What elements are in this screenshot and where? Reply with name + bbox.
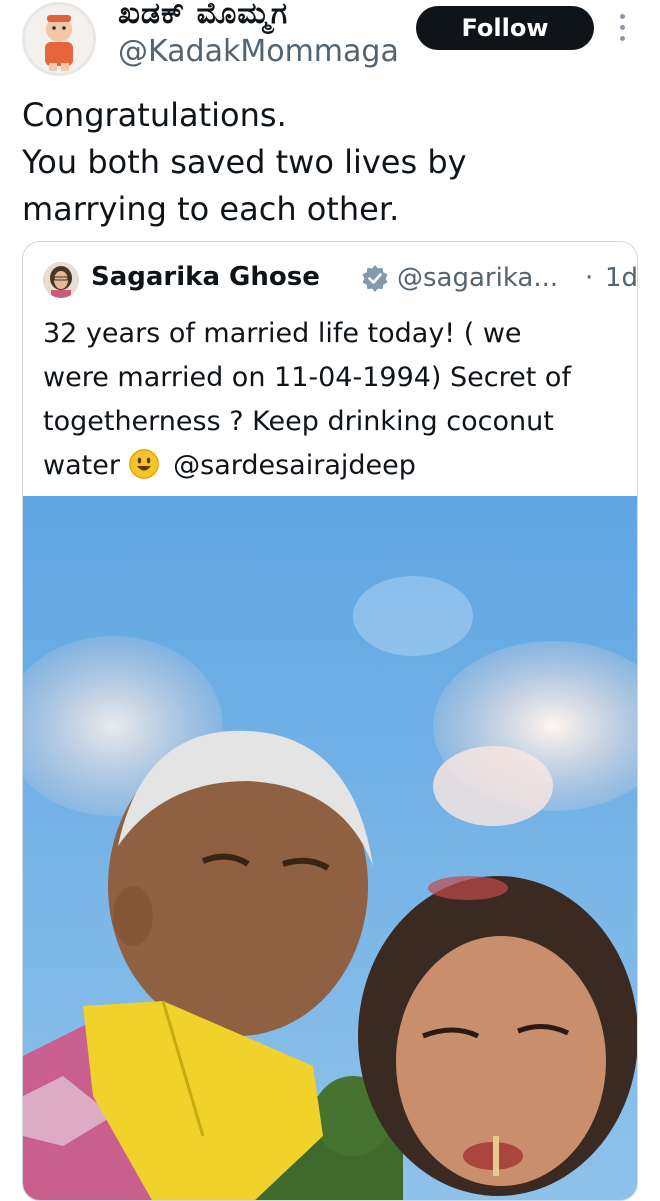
quoted-text-word: water bbox=[43, 450, 120, 481]
smiling-face-icon bbox=[128, 449, 159, 479]
post-text-line: You both saved two lives by bbox=[22, 143, 467, 181]
more-options-icon[interactable] bbox=[612, 10, 632, 50]
author-display-name[interactable]: ಖಡಕ್ ಮೊಮ್ಮಗ bbox=[118, 0, 288, 31]
author-handle[interactable]: @KadakMommaga bbox=[118, 34, 399, 69]
post-text-line: Congratulations. bbox=[22, 96, 287, 134]
quoted-text-line: water @sardesairajdeep bbox=[43, 444, 623, 488]
follow-button[interactable]: Follow bbox=[416, 6, 594, 50]
author-avatar[interactable] bbox=[22, 2, 96, 76]
quoted-text-line: togetherness ? Keep drinking coconut bbox=[43, 406, 554, 437]
woman-avatar-icon bbox=[43, 262, 79, 298]
baby-avatar-icon bbox=[25, 5, 93, 73]
quoted-author-handle[interactable]: @sagarika... bbox=[397, 263, 558, 293]
couple-selfie-photo[interactable] bbox=[23, 496, 638, 1201]
separator-dot: · bbox=[585, 263, 594, 293]
post-text-line: marrying to each other. bbox=[22, 190, 400, 228]
quoted-author-avatar[interactable] bbox=[43, 262, 79, 298]
quoted-post-text: 32 years of married life today! ( we wer… bbox=[43, 312, 623, 488]
quoted-post-header: Sagarika Ghose @sagarika... · 1d bbox=[43, 260, 637, 300]
post-header: ಖಡಕ್ ಮೊಮ್ಮಗ @KadakMommaga Follow bbox=[0, 0, 660, 80]
verified-badge-icon bbox=[362, 265, 388, 292]
quoted-text-line: 32 years of married life today! ( we bbox=[43, 318, 522, 349]
mention-link[interactable]: @sardesairajdeep bbox=[173, 450, 416, 481]
quoted-text-line: were married on 11-04-1994) Secret of bbox=[43, 362, 571, 393]
quoted-post-time[interactable]: 1d bbox=[605, 263, 637, 293]
quoted-post[interactable]: Sagarika Ghose @sagarika... · 1d 32 year… bbox=[22, 241, 638, 1201]
post-text: Congratulations. You both saved two live… bbox=[22, 92, 632, 233]
quoted-author-name[interactable]: Sagarika Ghose bbox=[91, 262, 320, 292]
